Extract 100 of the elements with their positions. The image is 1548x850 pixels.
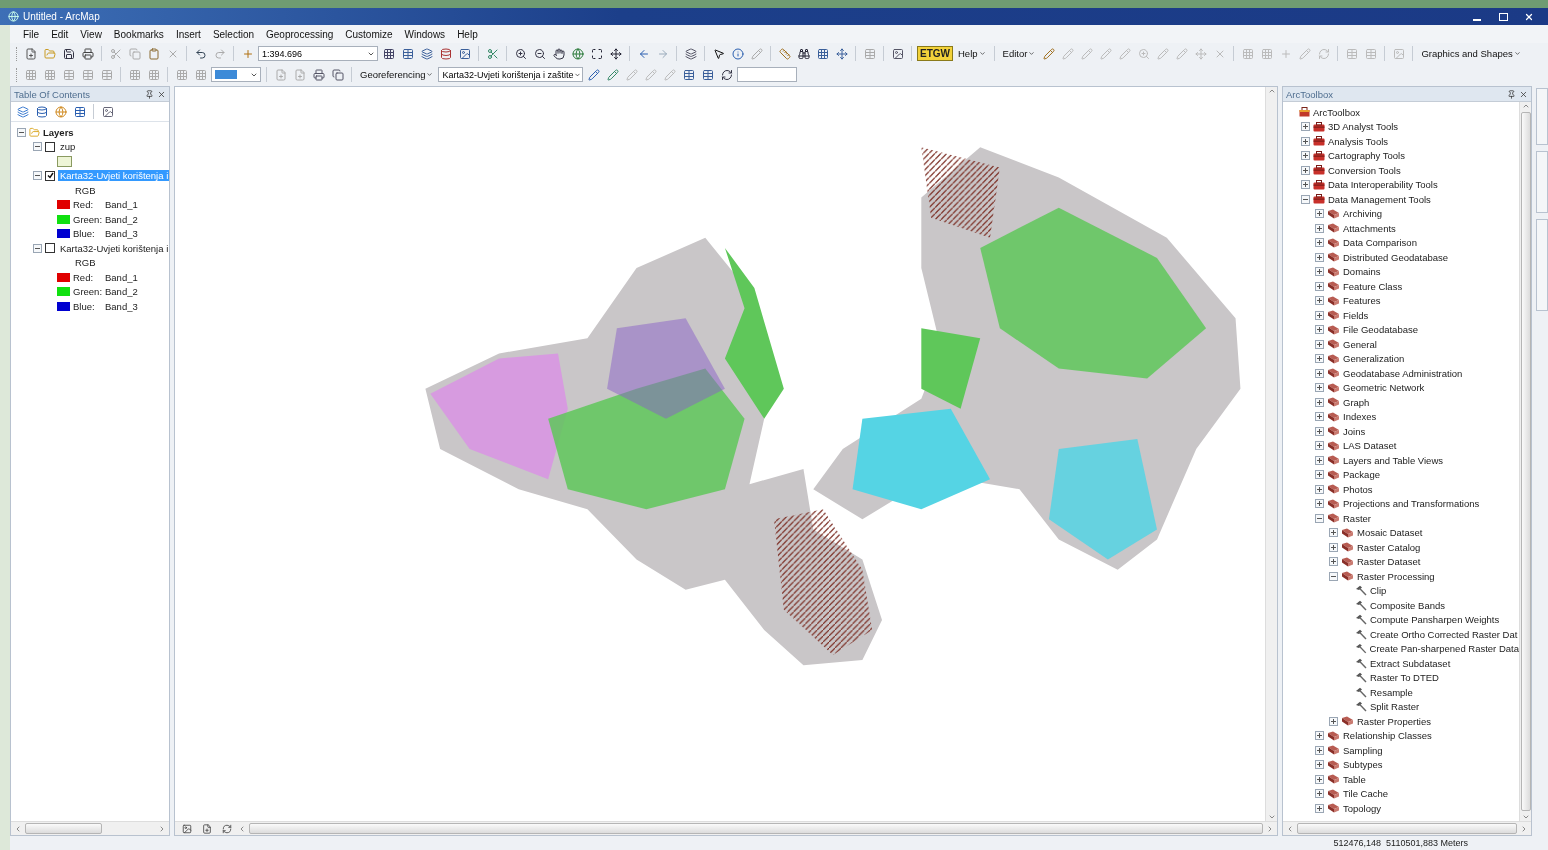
expand-toggle[interactable]	[1315, 412, 1324, 422]
tool-item[interactable]: Create Pan-sharpened Raster Data	[1369, 643, 1519, 655]
layers-button[interactable]	[418, 45, 435, 62]
pencil-button[interactable]	[1040, 45, 1058, 62]
print-button[interactable]	[310, 66, 327, 83]
toolbox-item[interactable]: Photos	[1343, 483, 1373, 495]
menu-item[interactable]: Edit	[46, 27, 74, 41]
toolbox-item[interactable]: Indexes	[1343, 411, 1377, 423]
toolbox-item[interactable]: Attachments	[1343, 222, 1396, 234]
toolbox-item[interactable]: Distributed Geodatabase	[1343, 251, 1449, 263]
layer-label[interactable]: Karta32-Uvjeti korištenja i	[58, 242, 169, 254]
scroll-right-icon[interactable]	[1266, 824, 1274, 833]
toolbox-item[interactable]: Data Comparison	[1343, 237, 1417, 249]
toolbox-item[interactable]: Features	[1343, 295, 1381, 307]
layer-label[interactable]: zup	[58, 141, 78, 153]
group-layer-label[interactable]: Layers	[43, 126, 74, 138]
color-dropdown[interactable]	[211, 67, 261, 82]
scroll-right-icon[interactable]	[158, 824, 166, 833]
toolbox-item[interactable]: ArcToolbox	[1313, 106, 1360, 118]
expand-toggle[interactable]	[1315, 745, 1324, 755]
layer-dropdown[interactable]: Karta32-Uvjeti korištenja i zaštite	[438, 67, 584, 82]
menu-button[interactable]: Georeferencing	[357, 69, 437, 80]
collapse-toggle[interactable]	[33, 142, 42, 152]
expand-toggle[interactable]	[1315, 310, 1324, 320]
tool-item[interactable]: Create Ortho Corrected Raster Dat	[1370, 628, 1518, 640]
toolbox-item[interactable]: Topology	[1343, 802, 1382, 814]
expand-toggle[interactable]	[1315, 470, 1324, 480]
layer-checkbox[interactable]	[45, 141, 55, 152]
toolbox-item[interactable]: Raster	[1343, 512, 1371, 524]
expand-toggle[interactable]	[1329, 542, 1338, 552]
menu-item[interactable]: Bookmarks	[108, 27, 169, 41]
toolbox-item[interactable]: Archiving	[1343, 208, 1383, 220]
expand-toggle[interactable]	[1315, 426, 1324, 436]
expand-toggle[interactable]	[1315, 789, 1324, 799]
pin-icon[interactable]	[145, 89, 154, 99]
toolbox-item[interactable]: Mosaic Dataset	[1357, 527, 1423, 539]
toolbox-item[interactable]: Data Management Tools	[1328, 193, 1431, 205]
stack-button[interactable]	[682, 45, 699, 62]
expand-toggle[interactable]	[1301, 165, 1310, 175]
toolbox-item[interactable]: Raster Processing	[1357, 570, 1435, 582]
tool-item[interactable]: Clip	[1370, 585, 1387, 597]
menu-item[interactable]: Insert	[170, 27, 206, 41]
pencil-button[interactable]	[585, 66, 603, 83]
menu-item[interactable]: File	[18, 27, 45, 41]
toolbox-item[interactable]: Data Interoperability Tools	[1328, 179, 1438, 191]
toolbox-item[interactable]: Fields	[1343, 309, 1369, 321]
expand-toggle[interactable]	[1315, 513, 1324, 523]
toolbox-item[interactable]: Cartography Tools	[1328, 150, 1405, 162]
expand-toggle[interactable]	[1301, 136, 1310, 146]
toolbox-item[interactable]: Projections and Transformations	[1343, 498, 1480, 510]
scroll-down-icon[interactable]	[1267, 813, 1276, 821]
tool-item[interactable]: Resample	[1370, 686, 1413, 698]
collapse-toggle[interactable]	[33, 171, 42, 181]
expand-toggle[interactable]	[1315, 455, 1324, 465]
expand-toggle[interactable]	[1315, 354, 1324, 364]
toolbox-item[interactable]: Tile Cache	[1343, 788, 1389, 800]
expand-toggle[interactable]	[1315, 339, 1324, 349]
toolbox-item[interactable]: Geometric Network	[1343, 382, 1425, 394]
expand-toggle[interactable]	[1315, 484, 1324, 494]
toolbox-item[interactable]: Analysis Tools	[1328, 135, 1389, 147]
toolbox-item[interactable]: Domains	[1343, 266, 1381, 278]
toolbox-item[interactable]: Graph	[1343, 396, 1370, 408]
expand-toggle[interactable]	[1315, 281, 1324, 291]
toolbox-item[interactable]: Joins	[1343, 425, 1366, 437]
expand-toggle[interactable]	[1315, 238, 1324, 248]
menu-item[interactable]: Geoprocessing	[261, 27, 339, 41]
menu-item[interactable]: View	[75, 27, 107, 41]
expand-toggle[interactable]	[1315, 803, 1324, 813]
scale-field[interactable]: 1:394.696	[258, 46, 378, 61]
collapse-toggle[interactable]	[17, 127, 26, 137]
expand-toggle[interactable]	[1315, 252, 1324, 262]
expand-toggle[interactable]	[1315, 296, 1324, 306]
scroll-left-icon[interactable]	[14, 824, 22, 833]
toolbox-item[interactable]: Subtypes	[1343, 759, 1383, 771]
tool-item[interactable]: Composite Bands	[1370, 599, 1445, 611]
expand-toggle[interactable]	[1301, 180, 1310, 190]
toolbox-item[interactable]: Package	[1343, 469, 1380, 481]
globe-button[interactable]	[569, 45, 586, 62]
expand-toggle[interactable]	[1301, 151, 1310, 161]
toolbox-item[interactable]: Feature Class	[1343, 280, 1403, 292]
menu-button[interactable]: Help	[955, 48, 989, 59]
close-icon[interactable]	[157, 89, 166, 99]
menu-button[interactable]: Editor	[999, 48, 1039, 59]
tool-item[interactable]: Extract Subdataset	[1370, 657, 1451, 669]
print-button[interactable]	[79, 45, 96, 62]
tool-item[interactable]: Raster To DTED	[1370, 672, 1439, 684]
tool-item[interactable]: Split Raster	[1370, 701, 1420, 713]
expand-toggle[interactable]	[1315, 325, 1324, 335]
close-icon[interactable]	[1519, 89, 1528, 99]
toolbox-item[interactable]: Conversion Tools	[1328, 164, 1401, 176]
scroll-left-icon[interactable]	[238, 824, 246, 833]
toolbox-item[interactable]: Raster Dataset	[1357, 556, 1421, 568]
menu-item[interactable]: Help	[452, 27, 483, 41]
expand-toggle[interactable]	[1315, 223, 1324, 233]
toolbox-item[interactable]: Layers and Table Views	[1343, 454, 1443, 466]
expand-toggle[interactable]	[1329, 716, 1338, 726]
menu-item[interactable]: Customize	[340, 27, 398, 41]
layer-checkbox[interactable]	[45, 243, 55, 254]
menu-button[interactable]: Graphics and Shapes	[1418, 48, 1524, 59]
pin-icon[interactable]	[1507, 89, 1516, 99]
